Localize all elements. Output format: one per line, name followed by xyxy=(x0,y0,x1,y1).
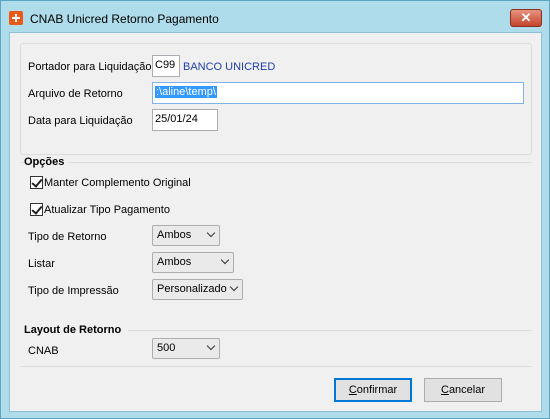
atualizar-checkbox[interactable] xyxy=(30,203,43,216)
chevron-down-icon xyxy=(206,228,216,238)
data-field[interactable]: 25/01/24 xyxy=(152,109,218,131)
cnab-label: CNAB xyxy=(28,345,59,357)
layout-title: Layout de Retorno xyxy=(24,324,126,336)
dialog-window: CNAB Unicred Retorno Pagamento ✕ Portado… xyxy=(0,0,550,419)
cancelar-button[interactable]: Cancelar xyxy=(424,378,502,402)
layout-group-bottom xyxy=(20,366,532,367)
chevron-down-icon xyxy=(220,255,230,265)
portador-label: Portador para Liquidação xyxy=(28,61,152,73)
layout-group-line xyxy=(128,330,532,331)
listar-value: Ambos xyxy=(157,256,192,268)
tipo-impressao-value: Personalizado xyxy=(157,283,227,295)
arquivo-label: Arquivo de Retorno xyxy=(28,88,123,100)
confirmar-button[interactable]: Confirmar xyxy=(334,378,412,402)
arquivo-value: :\aline\temp\ xyxy=(155,86,217,98)
portador-code-field[interactable]: C99 xyxy=(152,55,180,77)
cancelar-mnemonic: C xyxy=(440,384,449,396)
tipo-impressao-label: Tipo de Impressão xyxy=(28,285,119,297)
arquivo-field[interactable]: :\aline\temp\ xyxy=(152,82,524,104)
data-label: Data para Liquidação xyxy=(28,115,133,127)
chevron-down-icon xyxy=(206,341,216,351)
manter-checkbox[interactable] xyxy=(30,176,43,189)
close-button[interactable]: ✕ xyxy=(510,9,542,27)
portador-name: BANCO UNICRED xyxy=(183,61,276,73)
listar-select[interactable]: Ambos xyxy=(152,252,234,273)
confirmar-mnemonic: C xyxy=(348,384,357,396)
close-icon: ✕ xyxy=(520,10,532,25)
tipo-retorno-label: Tipo de Retorno xyxy=(28,231,107,243)
opcoes-group xyxy=(20,162,532,163)
cnab-select[interactable]: 500 xyxy=(152,338,220,359)
opcoes-title: Opções xyxy=(24,156,69,168)
window-title: CNAB Unicred Retorno Pagamento xyxy=(30,12,219,26)
tipo-impressao-select[interactable]: Personalizado xyxy=(152,279,243,300)
atualizar-label[interactable]: Atualizar Tipo Pagamento xyxy=(44,204,170,216)
manter-label[interactable]: Manter Complemento Original xyxy=(44,177,191,189)
cancelar-label: ancelar xyxy=(448,384,486,396)
tipo-retorno-select[interactable]: Ambos xyxy=(152,225,220,246)
title-bar[interactable]: CNAB Unicred Retorno Pagamento ✕ xyxy=(1,1,549,32)
cnab-value: 500 xyxy=(157,342,176,354)
dialog-body: Portador para Liquidação C99 BANCO UNICR… xyxy=(9,32,542,412)
tipo-retorno-value: Ambos xyxy=(157,229,192,241)
chevron-down-icon xyxy=(229,282,239,292)
app-icon xyxy=(9,11,23,25)
listar-label: Listar xyxy=(28,258,55,270)
confirmar-label: onfirmar xyxy=(356,384,398,396)
